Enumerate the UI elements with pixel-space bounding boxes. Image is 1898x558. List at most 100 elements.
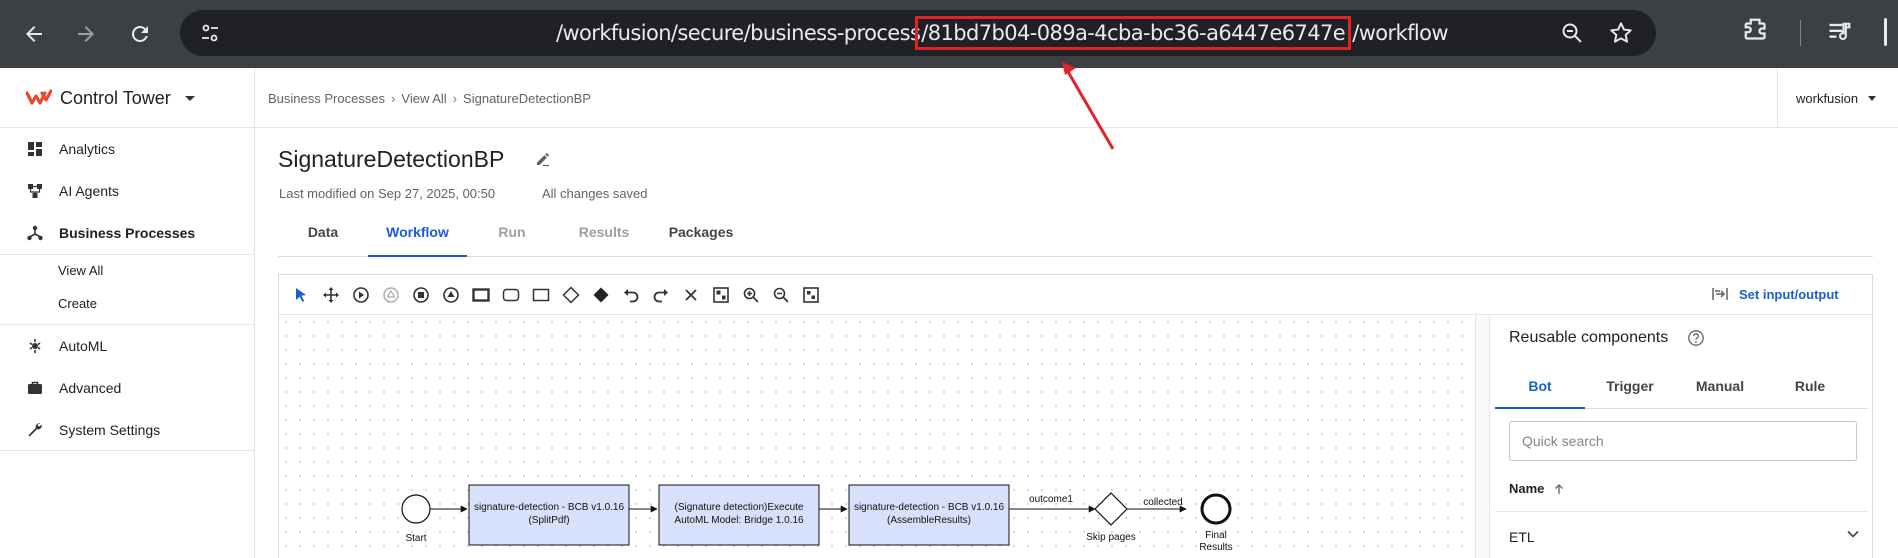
fit-view-icon	[803, 287, 819, 303]
edit-pencil-icon[interactable]	[534, 150, 552, 168]
rectangle-tool[interactable]	[531, 285, 551, 305]
address-bar[interactable]: /workfusion/secure/business-process/81bd…	[180, 10, 1656, 56]
sidebar-item-business-processes[interactable]: Business Processes	[0, 212, 254, 254]
automl-icon	[29, 339, 41, 353]
reload-button[interactable]	[122, 16, 158, 52]
undo-tool[interactable]	[621, 285, 641, 305]
select-tool[interactable]	[291, 285, 311, 305]
sidebar-item-system-settings[interactable]: System Settings	[0, 409, 254, 451]
flow-label-collected: collected	[1143, 497, 1182, 508]
sidebar-item-analytics[interactable]: Analytics	[0, 128, 254, 170]
layout-tool[interactable]	[711, 285, 731, 305]
end-event-tool[interactable]	[411, 285, 431, 305]
signal-event-tool[interactable]	[381, 285, 401, 305]
diamond-filled-icon	[593, 287, 609, 303]
sidebar-item-ai-agents[interactable]: AI Agents	[0, 170, 254, 212]
chevron-down-icon[interactable]	[1844, 525, 1862, 543]
workflow-diagram: Start signature-detection - BCB v1.0.16 …	[401, 484, 1233, 553]
rectangle-icon	[532, 288, 550, 302]
flow-label-outcome: outcome1	[1029, 494, 1073, 505]
start-event[interactable]	[401, 494, 431, 524]
sidebar-item-label: AutoML	[59, 338, 108, 354]
panel-title: Reusable components	[1509, 329, 1669, 346]
end-event[interactable]	[1200, 493, 1232, 525]
tab-bot[interactable]: Bot	[1495, 365, 1585, 409]
quick-search-input[interactable]	[1509, 421, 1857, 461]
url-prefix: /workfusion/secure/business-process	[556, 21, 921, 45]
sidebar-item-label: Analytics	[59, 141, 116, 157]
process-icon	[27, 225, 43, 241]
delete-tool[interactable]	[681, 285, 701, 305]
canvas-scrollbar[interactable]	[1476, 315, 1490, 558]
sidebar-item-automl[interactable]: AutoML	[0, 325, 254, 367]
tab-trigger[interactable]: Trigger	[1585, 365, 1675, 409]
input-output-icon	[1712, 288, 1728, 300]
sidebar-subitem-create[interactable]: Create	[58, 296, 97, 311]
move-icon	[323, 287, 339, 303]
signal-end-tool[interactable]	[441, 285, 461, 305]
zoom-out-tool[interactable]	[771, 285, 791, 305]
fit-view-tool[interactable]	[801, 285, 821, 305]
menu-icon[interactable]	[1884, 18, 1887, 46]
site-settings-icon[interactable]	[198, 21, 222, 45]
zoom-in-tool[interactable]	[741, 285, 761, 305]
play-circle-icon	[353, 287, 369, 303]
page-title: SignatureDetectionBP	[278, 146, 505, 172]
gateway-tool[interactable]	[561, 285, 581, 305]
reusable-components-panel: Reusable components Bot Trigger Manual R…	[1491, 315, 1872, 558]
tab-rule[interactable]: Rule	[1765, 365, 1855, 409]
list-item[interactable]: ETL	[1509, 529, 1535, 545]
redo-icon	[653, 289, 668, 303]
task-label-line: (Signature detection)Execute	[675, 502, 804, 513]
reload-icon	[131, 25, 148, 42]
user-menu[interactable]: workfusion	[1777, 68, 1898, 128]
media-queue-icon[interactable]	[1826, 18, 1854, 46]
forward-button[interactable]	[68, 16, 104, 52]
workflow-canvas[interactable]: Start signature-detection - BCB v1.0.16 …	[279, 315, 1476, 558]
gateway-skip-pages[interactable]	[1094, 492, 1128, 526]
name-column-label: Name	[1509, 481, 1545, 496]
sidebar-item-advanced[interactable]: Advanced	[0, 367, 254, 409]
pan-tool[interactable]	[321, 285, 341, 305]
end-event-label: Final	[1205, 530, 1227, 541]
task-label-line: (AssembleResults)	[887, 515, 971, 526]
task-tool[interactable]	[501, 285, 521, 305]
brand-name: Control Tower	[60, 87, 171, 108]
toolbar-separator	[1800, 20, 1801, 46]
set-input-output-button[interactable]: Set input/output	[1711, 285, 1839, 303]
caret-down-icon	[184, 95, 195, 101]
last-modified-text: Last modified on Sep 27, 2025, 00:50	[279, 186, 496, 201]
tab-results[interactable]: Results	[557, 214, 651, 257]
user-name: workfusion	[1796, 90, 1859, 106]
breadcrumb-view-all[interactable]: View All	[401, 91, 446, 106]
bookmark-star-icon[interactable]	[1608, 20, 1634, 46]
breadcrumb-business-processes[interactable]: Business Processes	[268, 91, 385, 106]
zoom-out-icon[interactable]	[1560, 21, 1584, 45]
back-button[interactable]	[16, 16, 52, 52]
dashboard-icon	[28, 142, 42, 156]
breadcrumb: Business Processes › View All › Signatur…	[268, 68, 591, 128]
help-circle-icon[interactable]	[1687, 329, 1705, 347]
tab-workflow[interactable]: Workflow	[368, 214, 467, 257]
brand-menu[interactable]: Control Tower	[0, 68, 255, 128]
tab-data[interactable]: Data	[278, 214, 368, 257]
caret-down-icon	[1868, 95, 1877, 101]
stop-circle-icon	[413, 287, 429, 303]
subprocess-tool[interactable]	[471, 285, 491, 305]
url-text[interactable]: /workfusion/secure/business-process/81bd…	[556, 10, 1449, 56]
tab-manual[interactable]: Manual	[1675, 365, 1765, 409]
tab-packages[interactable]: Packages	[651, 214, 751, 257]
name-column-header[interactable]: Name	[1509, 481, 1566, 496]
task-label-line: signature-detection - BCB v1.0.16	[474, 502, 625, 513]
gateway-label: Skip pages	[1086, 532, 1135, 543]
tab-run[interactable]: Run	[467, 214, 557, 257]
process-tabs: Data Workflow Run Results Packages	[278, 214, 1873, 257]
save-status: All changes saved	[542, 186, 648, 201]
start-event-tool[interactable]	[351, 285, 371, 305]
sidebar-subitem-view-all[interactable]: View All	[58, 263, 103, 278]
sidebar: Analytics AI Agents Business Processes V…	[0, 128, 255, 558]
extensions-puzzle-icon[interactable]	[1742, 16, 1772, 46]
zoom-out-icon	[773, 287, 789, 303]
filled-gateway-tool[interactable]	[591, 285, 611, 305]
redo-tool[interactable]	[651, 285, 671, 305]
